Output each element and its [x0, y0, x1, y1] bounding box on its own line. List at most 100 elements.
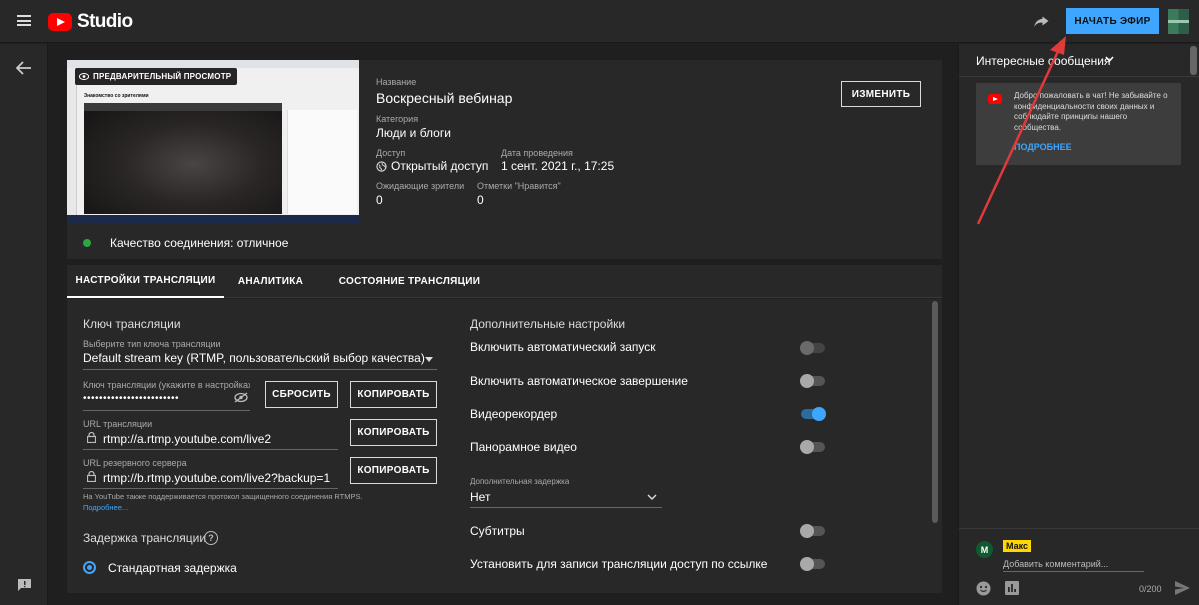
waiting-label: Ожидающие зрители — [376, 181, 465, 191]
360-video-label: Панорамное видео — [470, 440, 577, 454]
send-icon[interactable] — [1175, 581, 1190, 595]
chevron-down-icon[interactable] — [1105, 56, 1114, 62]
copy-backup-url-button[interactable]: КОПИРОВАТЬ — [350, 457, 437, 484]
auto-start-label: Включить автоматический запуск — [470, 340, 656, 354]
chat-mode-selector[interactable]: Интересные сообщения — [976, 54, 1111, 68]
stream-key-label: Ключ трансляции (укажите в настройках... — [83, 380, 250, 390]
chat-scrollbar[interactable] — [1190, 46, 1197, 75]
subtitles-toggle[interactable] — [800, 524, 825, 538]
top-bar: Studio НАЧАТЬ ЭФИР — [0, 0, 1199, 43]
date-label: Дата проведения — [501, 148, 573, 158]
preview-video-header — [84, 103, 282, 111]
menu-icon[interactable] — [17, 15, 31, 26]
preview-taskbar — [67, 215, 359, 223]
additional-settings-title: Дополнительные настройки — [470, 317, 626, 331]
backup-url-field[interactable] — [83, 488, 338, 489]
hide-visibility-icon[interactable] — [234, 392, 248, 403]
back-arrow-icon[interactable] — [16, 61, 32, 75]
help-icon[interactable]: ? — [204, 531, 218, 545]
poll-icon[interactable] — [1005, 581, 1019, 595]
user-name-badge: Макс — [1003, 540, 1032, 552]
youtube-logo-icon — [48, 13, 72, 31]
stream-preview[interactable]: Знакомство со зрителями ПРЕДВАРИТЕЛЬНЫЙ … — [67, 60, 359, 223]
stream-key-field[interactable] — [83, 410, 250, 411]
go-live-button[interactable]: НАЧАТЬ ЭФИР — [1066, 8, 1159, 34]
char-counter: 0/200 — [1139, 584, 1162, 594]
reset-key-button[interactable]: СБРОСИТЬ — [265, 381, 338, 408]
preview-label: ПРЕДВАРИТЕЛЬНЫЙ ПРОСМОТР — [75, 68, 238, 85]
account-avatar[interactable] — [1168, 9, 1189, 34]
auto-stop-toggle[interactable] — [800, 374, 825, 388]
dvr-label: Видеорекордер — [470, 407, 558, 421]
edit-button[interactable]: ИЗМЕНИТЬ — [841, 81, 921, 107]
unlisted-label: Установить для записи трансляции доступ … — [470, 557, 768, 571]
settings-scrollbar[interactable] — [932, 301, 938, 523]
delay-label: Дополнительная задержка — [470, 477, 570, 486]
preview-browser-bar — [67, 60, 359, 68]
preview-side-panel — [287, 110, 357, 214]
likes-value: 0 — [477, 193, 484, 207]
stream-key-title: Ключ трансляции — [83, 317, 181, 331]
share-icon[interactable] — [1032, 12, 1050, 30]
latency-title: Задержка трансляции — [83, 531, 207, 545]
chat-welcome-message: Добро пожаловать в чат! Не забывайте о к… — [976, 83, 1181, 165]
connection-status-dot — [83, 239, 91, 247]
chevron-down-icon[interactable] — [647, 494, 657, 500]
standard-latency-label: Стандартная задержка — [108, 561, 237, 575]
title-label: Название — [376, 77, 417, 87]
lock-icon — [87, 471, 96, 482]
tab-stream-settings[interactable]: НАСТРОЙКИ ТРАНСЛЯЦИИ — [67, 265, 224, 298]
copy-key-button[interactable]: КОПИРОВАТЬ — [350, 381, 437, 408]
stream-url-field[interactable] — [83, 449, 338, 450]
connection-quality-text: Качество соединения: отличное — [110, 236, 289, 250]
360-video-toggle[interactable] — [800, 440, 825, 454]
stream-key-value: •••••••••••••••••••••••• — [83, 393, 180, 404]
preview-sidebar — [67, 68, 77, 215]
live-chat-panel: Интересные сообщения Добро пожаловать в … — [958, 44, 1199, 605]
globe-icon — [376, 161, 387, 172]
user-avatar: M — [976, 541, 993, 558]
delay-value: Нет — [470, 490, 491, 504]
title-value: Воскресный вебинар — [376, 90, 513, 106]
left-rail — [0, 44, 48, 605]
key-type-select[interactable] — [83, 369, 437, 370]
preview-video — [84, 103, 282, 214]
studio-logo[interactable]: Studio — [48, 11, 133, 33]
comment-input[interactable]: Добавить комментарий... — [1003, 557, 1144, 572]
dvr-toggle[interactable] — [801, 407, 826, 421]
tab-analytics[interactable]: АНАЛИТИКА — [227, 265, 314, 298]
welcome-more-link[interactable]: ПОДРОБНЕЕ — [1014, 142, 1072, 152]
key-type-label: Выберите тип ключа трансляции — [83, 339, 221, 349]
logo-text: Studio — [77, 11, 133, 32]
eye-icon — [79, 73, 89, 80]
dropdown-arrow-icon[interactable] — [425, 357, 433, 362]
unlisted-toggle[interactable] — [800, 557, 825, 571]
auto-start-toggle[interactable] — [800, 341, 825, 355]
auto-stop-label: Включить автоматическое завершение — [470, 374, 688, 388]
stream-settings-panel: Ключ трансляции Выберите тип ключа транс… — [67, 299, 942, 593]
category-label: Категория — [376, 114, 419, 124]
chat-input-area: M Макс Добавить комментарий... 0/200 — [959, 528, 1199, 605]
welcome-text: Добро пожаловать в чат! Не забывайте о к… — [1014, 91, 1168, 132]
feedback-icon[interactable] — [17, 578, 32, 592]
emoji-icon[interactable] — [976, 581, 991, 596]
preview-inner-title: Знакомство со зрителями — [84, 93, 149, 99]
waiting-value: 0 — [376, 193, 383, 207]
preview-label-text: ПРЕДВАРИТЕЛЬНЫЙ ПРОСМОТР — [93, 72, 232, 81]
youtube-icon — [988, 94, 1002, 104]
date-value: 1 сент. 2021 г., 17:25 — [501, 159, 615, 173]
stream-info-card: Знакомство со зрителями ПРЕДВАРИТЕЛЬНЫЙ … — [67, 60, 942, 259]
category-value: Люди и блоги — [376, 126, 451, 140]
stream-url-value: rtmp://a.rtmp.youtube.com/live2 — [103, 432, 272, 446]
rtmps-note: На YouTube также поддерживается протокол… — [83, 492, 363, 501]
delay-select[interactable] — [470, 507, 662, 508]
standard-latency-radio[interactable] — [83, 561, 96, 574]
likes-label: Отметки "Нравится" — [477, 181, 561, 191]
rtmps-more-link[interactable]: Подробнее... — [83, 503, 128, 512]
chat-header: Интересные сообщения — [959, 44, 1199, 77]
access-label: Доступ — [376, 148, 406, 158]
tab-stream-health[interactable]: СОСТОЯНИЕ ТРАНСЛЯЦИИ — [323, 265, 496, 298]
copy-url-button[interactable]: КОПИРОВАТЬ — [350, 419, 437, 446]
key-type-value: Default stream key (RTMP, пользовательск… — [83, 351, 425, 365]
tabs-bar: НАСТРОЙКИ ТРАНСЛЯЦИИ АНАЛИТИКА СОСТОЯНИЕ… — [67, 265, 942, 298]
